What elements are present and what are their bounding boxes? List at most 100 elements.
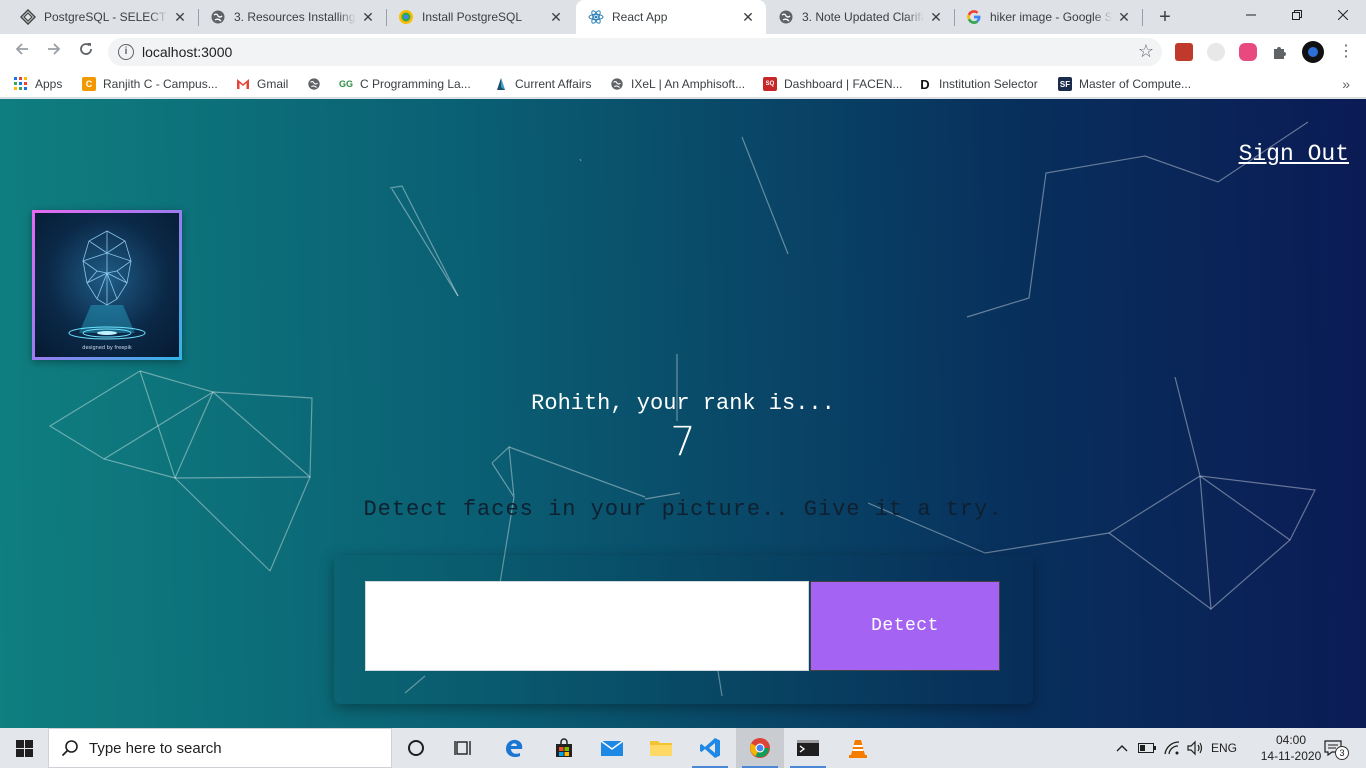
tab-strip: PostgreSQL - SELECT Query ✕ 3. Resources… <box>0 0 1366 34</box>
react-icon <box>588 9 604 25</box>
search-placeholder: Type here to search <box>89 739 222 757</box>
puzzle-icon[interactable] <box>1271 43 1289 61</box>
tab-note-clarifai[interactable]: 3. Note Updated Clarifai ✕ <box>766 0 954 34</box>
logo-caption: designed by freepik <box>82 345 132 351</box>
globe-icon <box>210 9 226 25</box>
tab-install-postgresql[interactable]: Install PostgreSQL ✕ <box>386 0 574 34</box>
extension-red-icon[interactable] <box>1175 43 1193 61</box>
image-url-input[interactable] <box>365 581 809 671</box>
minimize-button[interactable] <box>1228 0 1274 30</box>
address-bar[interactable]: i localhost:3000 ☆ <box>108 38 1162 66</box>
back-button[interactable] <box>10 40 34 64</box>
close-icon[interactable]: ✕ <box>740 9 756 25</box>
close-icon[interactable]: ✕ <box>172 9 188 25</box>
bookmark-label: Master of Compute... <box>1079 77 1192 91</box>
bookmark-c-programming[interactable]: GG C Programming La... <box>339 75 471 93</box>
tab-hiker-image[interactable]: hiker image - Google Search ✕ <box>954 0 1142 34</box>
bookmark-campus[interactable]: C Ranjith C - Campus... <box>82 75 218 93</box>
info-icon[interactable]: i <box>118 44 134 60</box>
tab-title: hiker image - Google Search <box>990 10 1112 24</box>
current-affairs-icon <box>494 77 508 91</box>
app-logo[interactable]: designed by freepik <box>32 210 182 360</box>
tab-resources[interactable]: 3. Resources Installing PostgreSQL ✕ <box>198 0 386 34</box>
tray-overflow-chevron-icon[interactable] <box>1113 728 1131 768</box>
search-icon <box>61 740 78 757</box>
globe-icon <box>307 77 321 91</box>
bookmark-master-of-computer[interactable]: SF Master of Compute... <box>1058 75 1191 93</box>
clock-date: 14-11-2020 <box>1260 749 1322 763</box>
detect-hint-text: Detect faces in your picture.. Give it a… <box>363 497 1003 522</box>
taskbar-search-box[interactable]: Type here to search <box>48 728 392 768</box>
avatar[interactable] <box>1302 41 1324 63</box>
reload-button[interactable] <box>74 40 98 64</box>
clock-time: 04:00 <box>1275 733 1307 747</box>
sf-icon: SF <box>1058 77 1072 91</box>
edge-icon[interactable] <box>490 728 538 768</box>
sign-out-link[interactable]: Sign Out <box>1239 141 1349 167</box>
bookmark-star-icon[interactable]: ☆ <box>1138 41 1154 62</box>
forward-button[interactable] <box>42 40 66 64</box>
bookmark-label: IXeL | An Amphisoft... <box>631 77 746 91</box>
tab-title: 3. Note Updated Clarifai <box>802 10 924 24</box>
postgres-icon <box>20 9 36 25</box>
mail-icon[interactable] <box>588 728 636 768</box>
tab-react-app[interactable]: React App ✕ <box>576 0 766 34</box>
close-icon[interactable]: ✕ <box>360 9 376 25</box>
gfg-icon: GG <box>339 79 354 89</box>
close-icon[interactable]: ✕ <box>1116 9 1132 25</box>
vscode-icon[interactable] <box>686 728 734 768</box>
tab-title: 3. Resources Installing PostgreSQL <box>234 10 356 24</box>
rainbow-icon <box>398 9 414 25</box>
face-scan-logo-icon: designed by freepik <box>35 213 179 357</box>
globe-icon <box>610 77 624 91</box>
rank-value: 7 <box>670 419 696 465</box>
bookmark-label: Gmail <box>257 77 289 91</box>
bookmark-current-affairs[interactable]: Current Affairs <box>494 75 591 93</box>
bookmark-label: Apps <box>35 77 63 91</box>
apps-grid-icon <box>14 77 28 91</box>
bookmark-apps[interactable]: Apps <box>14 75 62 93</box>
bookmark-gmail[interactable]: Gmail <box>236 75 288 93</box>
wifi-icon[interactable] <box>1162 728 1182 768</box>
vlc-icon[interactable] <box>834 728 882 768</box>
file-explorer-icon[interactable] <box>637 728 685 768</box>
facen-icon: SQ <box>763 77 777 91</box>
clock[interactable]: 04:00 14-11-2020 <box>1254 732 1328 764</box>
language-indicator[interactable]: ENG <box>1207 728 1241 768</box>
bookmarks-overflow-button[interactable]: » <box>1342 76 1350 92</box>
close-icon[interactable]: ✕ <box>548 9 564 25</box>
store-icon[interactable] <box>540 728 588 768</box>
bookmark-globe[interactable] <box>307 75 328 93</box>
menu-icon[interactable]: ⋮ <box>1334 40 1358 64</box>
browser-toolbar: i localhost:3000 ☆ ⋮ <box>0 34 1366 70</box>
close-icon[interactable]: ✕ <box>928 9 944 25</box>
d-logo-icon: D <box>920 76 930 92</box>
globe-icon <box>778 9 794 25</box>
restore-button[interactable] <box>1274 0 1320 30</box>
volume-icon[interactable] <box>1185 728 1205 768</box>
cortana-icon[interactable] <box>392 728 440 768</box>
task-view-icon[interactable] <box>440 728 488 768</box>
close-window-button[interactable] <box>1320 0 1366 30</box>
tab-title: React App <box>612 10 668 24</box>
url-text[interactable]: localhost:3000 <box>142 44 232 60</box>
start-button[interactable] <box>0 728 48 768</box>
bookmark-label: Current Affairs <box>515 77 592 91</box>
extension-cat-icon[interactable] <box>1239 43 1257 61</box>
bookmarks-bar: Apps C Ranjith C - Campus... Gmail GG C … <box>0 70 1366 98</box>
tab-title: Install PostgreSQL <box>422 10 523 24</box>
bookmark-institution-selector[interactable]: D Institution Selector <box>918 75 1038 93</box>
new-tab-button[interactable]: + <box>1153 6 1177 30</box>
tab-title: PostgreSQL - SELECT Query <box>44 10 168 24</box>
bookmark-ixel[interactable]: IXeL | An Amphisoft... <box>610 75 745 93</box>
windows-logo-icon <box>15 739 33 757</box>
windows-taskbar: Type here to search ENG 04:00 14-11-2020 <box>0 728 1366 768</box>
tab-postgresql-select[interactable]: PostgreSQL - SELECT Query ✕ <box>8 0 198 34</box>
chrome-icon[interactable] <box>736 728 784 768</box>
bookmark-facen[interactable]: SQ Dashboard | FACEN... <box>763 75 903 93</box>
bookmark-label: Institution Selector <box>939 77 1038 91</box>
detect-button[interactable]: Detect <box>810 581 1000 671</box>
terminal-icon[interactable] <box>784 728 832 768</box>
extension-white-icon[interactable] <box>1207 43 1225 61</box>
battery-icon[interactable] <box>1137 728 1157 768</box>
